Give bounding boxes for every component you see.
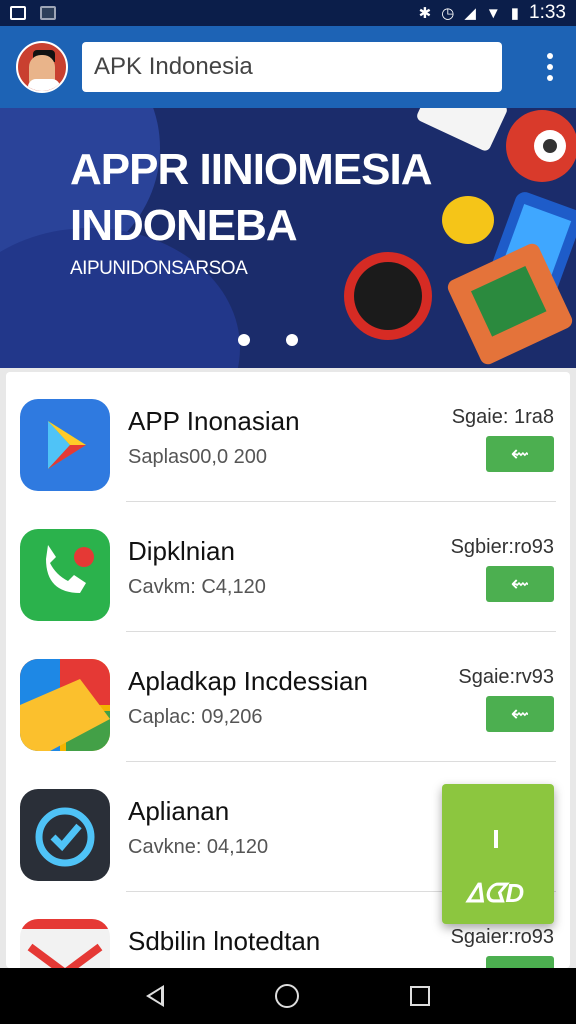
banner-title: APPR IINIOMESIA INDONEBA	[70, 142, 432, 254]
search-input[interactable]: APK Indonesia	[82, 42, 502, 92]
app-list-item[interactable]: Apladkap Incdessian Caplac: 09,206 Sgaie…	[6, 632, 570, 762]
app-list-item[interactable]: APP Inonasian Saplas00,0 200 Sgaie: 1ra8…	[6, 372, 570, 502]
battery-icon: ▮	[510, 5, 520, 22]
app-name: Sdbilin lnotedtan	[128, 926, 321, 956]
app-meta: Saplas00,0 200	[128, 446, 268, 468]
banner-pager[interactable]	[238, 334, 298, 346]
install-icon: ⇜	[510, 571, 530, 596]
install-icon: ⇜	[510, 441, 530, 466]
banner-subtitle: AIPUNIDONSARSOA	[70, 258, 248, 279]
install-button[interactable]: ⇜	[486, 696, 554, 732]
back-icon[interactable]	[145, 985, 164, 1007]
app-notification-icon	[40, 6, 56, 20]
avatar-shirt	[28, 79, 60, 91]
install-button[interactable]: ⇜	[486, 956, 554, 968]
alarm-icon: ◷	[441, 5, 455, 22]
app-meta: Cavkne: 04,120	[128, 836, 269, 858]
install-button[interactable]: ⇜	[486, 436, 554, 472]
app-name: Aplianan	[128, 796, 230, 826]
fab-logo: ᐃᗧD	[466, 878, 525, 908]
install-button[interactable]: ⇜	[486, 566, 554, 602]
app-meta: Cavkm: C4,120	[128, 576, 266, 598]
gmail-icon	[20, 919, 110, 968]
bluetooth-icon: ✱	[418, 5, 432, 22]
signal-icon: ◢	[464, 5, 476, 22]
pager-dot[interactable]	[238, 334, 250, 346]
docs-icon	[20, 659, 110, 751]
floating-action-button[interactable]: ᐃᗧD	[442, 784, 554, 924]
phone-icon	[20, 529, 110, 621]
check-shield-icon	[20, 789, 110, 881]
more-options-icon[interactable]	[540, 47, 560, 87]
pager-dot[interactable]	[286, 334, 298, 346]
app-rating: Sgbier:ro93	[450, 536, 554, 558]
play-store-icon	[20, 399, 110, 491]
banner-title-line1: APPR IINIOMESIA	[70, 145, 432, 194]
avatar[interactable]	[16, 41, 68, 93]
app-name: APP Inonasian	[128, 406, 300, 436]
install-icon: ⇜	[510, 701, 530, 726]
app-name: Dipklnian	[128, 536, 235, 566]
app-rating: Sgaie: 1ra8	[451, 406, 554, 428]
app-meta: Caplac: 09,206	[128, 706, 263, 728]
search-input-value: APK Indonesia	[94, 53, 253, 80]
install-icon: ⇜	[511, 961, 529, 968]
app-rating: Sgaie:rv93	[458, 666, 554, 688]
app-list-item[interactable]: Dipklnian Cavkm: C4,120 Sgbier:ro93 ⇜	[6, 502, 570, 632]
image-notification-icon	[10, 6, 26, 20]
navigation-bar	[0, 968, 576, 1024]
app-rating: Sgaier:ro93	[450, 926, 554, 948]
banner-title-line2: INDONEBA	[70, 201, 298, 250]
wifi-icon: ▼	[485, 4, 501, 22]
home-icon[interactable]	[274, 984, 299, 1008]
app-bar: APK Indonesia	[0, 26, 576, 108]
clock: 1:33	[529, 2, 566, 23]
status-bar: ✱ ◷ ◢ ▼ ▮ 1:33	[0, 0, 576, 26]
app-name: Apladkap Incdessian	[128, 666, 368, 696]
recent-apps-icon[interactable]	[410, 986, 431, 1006]
promo-banner[interactable]: APPR IINIOMESIA INDONEBA AIPUNIDONSARSOA	[0, 108, 576, 368]
fab-mark	[494, 830, 498, 848]
